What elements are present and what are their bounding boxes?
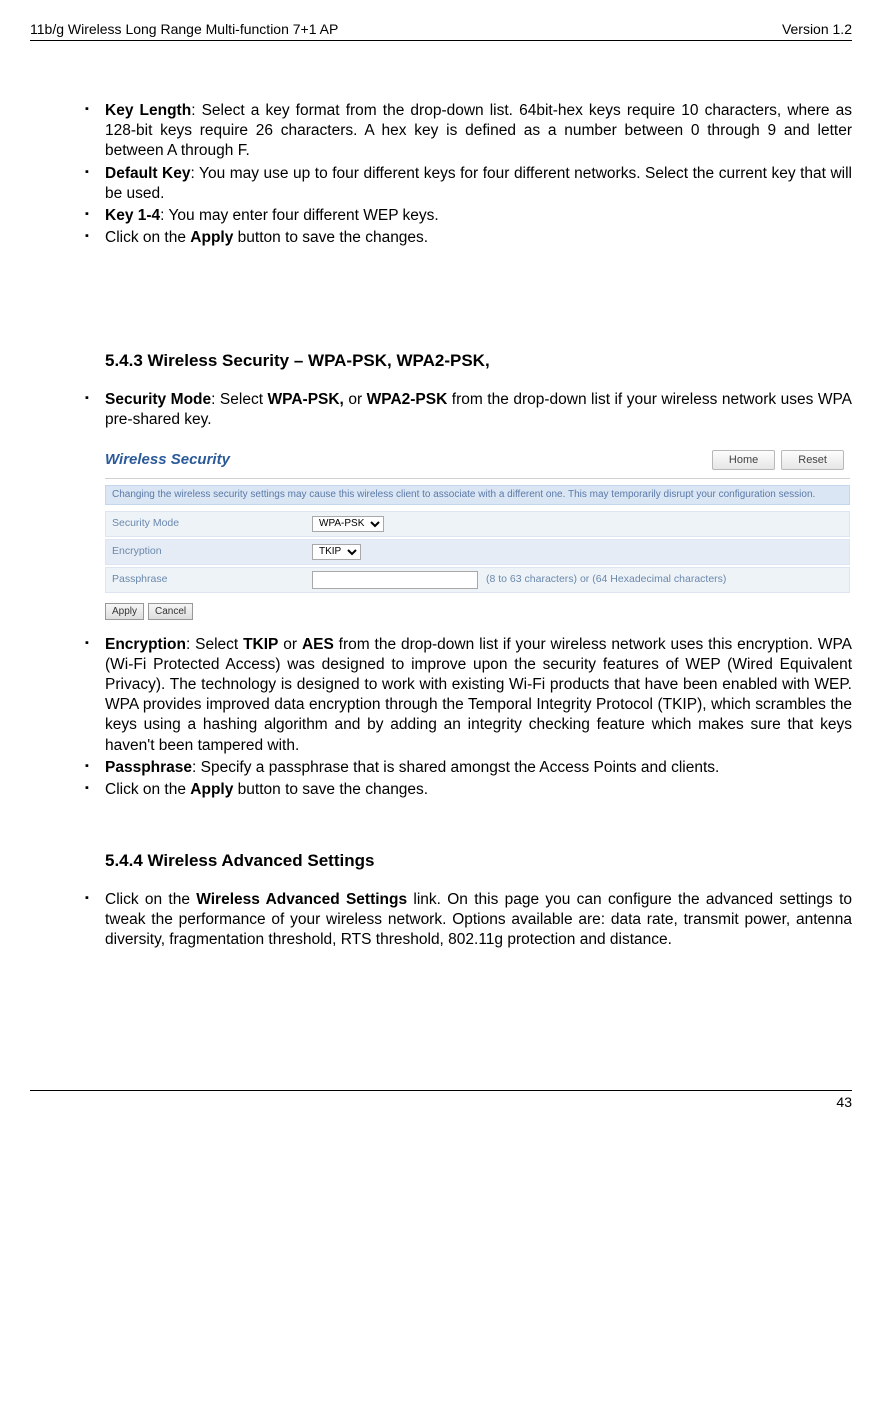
shot-header: Wireless Security Home Reset <box>105 446 850 479</box>
b2: WPA2-PSK <box>367 391 448 408</box>
bullet-security-mode: Security Mode: Select WPA-PSK, or WPA2-P… <box>85 390 852 430</box>
text: : Specify a passphrase that is shared am… <box>192 759 719 776</box>
bullet-list-3: Click on the Wireless Advanced Settings … <box>30 890 852 950</box>
t1: : Select <box>186 636 243 653</box>
text-pre: Click on the <box>105 781 190 798</box>
bullet-key-length: Key Length: Select a key format from the… <box>85 101 852 161</box>
b1: WPA-PSK, <box>268 391 344 408</box>
page-footer: 43 <box>30 1090 852 1111</box>
shot-header-buttons: Home Reset <box>712 450 844 470</box>
text-post: button to save the changes. <box>233 229 428 246</box>
passphrase-input[interactable] <box>312 571 478 589</box>
reset-button[interactable]: Reset <box>781 450 844 470</box>
bullet-apply-2: Click on the Apply button to save the ch… <box>85 780 852 800</box>
apply-word: Apply <box>190 781 233 798</box>
text: : You may use up to four different keys … <box>105 165 852 202</box>
t3: from the drop-down list if your wireless… <box>105 636 852 754</box>
row-label: Encryption <box>112 545 312 559</box>
apply-button[interactable]: Apply <box>105 603 144 620</box>
bullet-list-sec-mode: Security Mode: Select WPA-PSK, or WPA2-P… <box>30 390 852 430</box>
bullet-list-1: Key Length: Select a key format from the… <box>30 101 852 248</box>
label: Key Length <box>105 102 191 119</box>
row-passphrase: Passphrase (8 to 63 characters) or (64 H… <box>105 567 850 593</box>
label: Key 1-4 <box>105 207 160 224</box>
header-right: Version 1.2 <box>782 20 852 38</box>
t1: : Select <box>211 391 267 408</box>
bullet-default-key: Default Key: You may use up to four diff… <box>85 164 852 204</box>
label: Security Mode <box>105 391 211 408</box>
page-number: 43 <box>836 1094 852 1110</box>
wireless-security-screenshot: Wireless Security Home Reset Changing th… <box>105 446 850 620</box>
bullet-advanced-settings: Click on the Wireless Advanced Settings … <box>85 890 852 950</box>
text-pre: Click on the <box>105 891 196 908</box>
bullet-passphrase: Passphrase: Specify a passphrase that is… <box>85 758 852 778</box>
t2: or <box>344 391 367 408</box>
shot-action-bar: Apply Cancel <box>105 603 850 620</box>
section-5-4-4-title: 5.4.4 Wireless Advanced Settings <box>105 850 852 872</box>
section-5-4-3-title: 5.4.3 Wireless Security – WPA-PSK, WPA2-… <box>105 350 852 372</box>
bullet-key-1-4: Key 1-4: You may enter four different WE… <box>85 206 852 226</box>
text: : Select a key format from the drop-down… <box>105 102 852 159</box>
page-header: 11b/g Wireless Long Range Multi-function… <box>30 20 852 41</box>
label: Passphrase <box>105 759 192 776</box>
shot-note: Changing the wireless security settings … <box>105 485 850 505</box>
link-word: Wireless Advanced Settings <box>196 891 407 908</box>
passphrase-hint: (8 to 63 characters) or (64 Hexadecimal … <box>486 573 726 587</box>
header-left: 11b/g Wireless Long Range Multi-function… <box>30 20 338 38</box>
text-post: button to save the changes. <box>233 781 428 798</box>
bullet-list-2: Encryption: Select TKIP or AES from the … <box>30 635 852 800</box>
row-label: Passphrase <box>112 573 312 587</box>
cancel-button[interactable]: Cancel <box>148 603 193 620</box>
shot-title: Wireless Security <box>105 450 230 470</box>
row-encryption: Encryption TKIP <box>105 539 850 565</box>
text-pre: Click on the <box>105 229 190 246</box>
b2: AES <box>302 636 334 653</box>
security-mode-select[interactable]: WPA-PSK <box>312 516 384 532</box>
bullet-apply-1: Click on the Apply button to save the ch… <box>85 228 852 248</box>
encryption-select[interactable]: TKIP <box>312 544 361 560</box>
b1: TKIP <box>243 636 278 653</box>
t2: or <box>278 636 302 653</box>
text: : You may enter four different WEP keys. <box>160 207 439 224</box>
apply-word: Apply <box>190 229 233 246</box>
label: Default Key <box>105 165 191 182</box>
label: Encryption <box>105 636 186 653</box>
row-label: Security Mode <box>112 517 312 531</box>
home-button[interactable]: Home <box>712 450 775 470</box>
bullet-encryption: Encryption: Select TKIP or AES from the … <box>85 635 852 756</box>
row-security-mode: Security Mode WPA-PSK <box>105 511 850 537</box>
